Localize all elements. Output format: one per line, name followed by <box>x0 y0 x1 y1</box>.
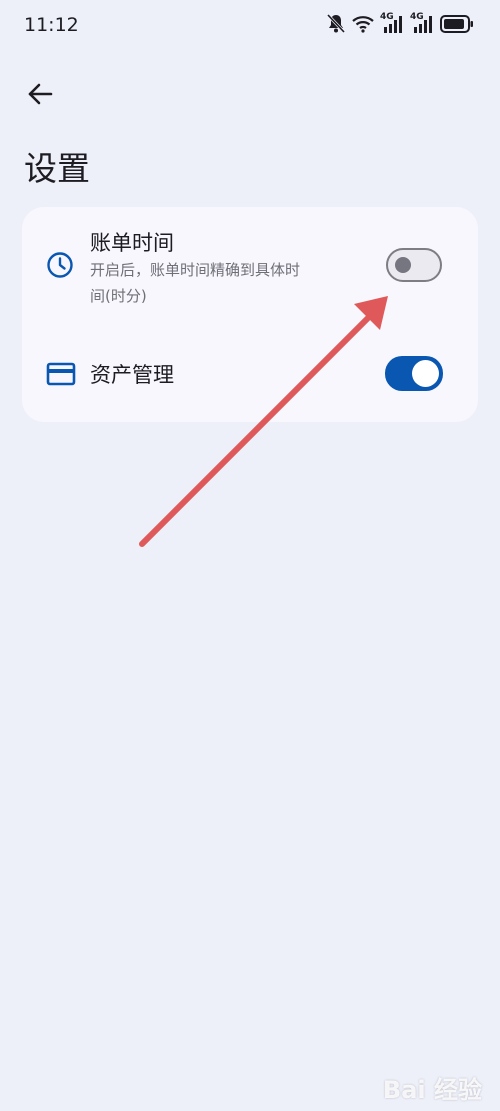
watermark: Bai 经验 <box>382 1076 482 1104</box>
status-icons: 4G 4G <box>326 12 474 35</box>
credit-card-icon <box>46 361 76 391</box>
status-bar: 11:12 4G 4G <box>0 0 500 52</box>
wifi-icon <box>352 15 374 33</box>
toggle-knob <box>395 257 411 273</box>
bell-muted-icon <box>326 13 346 35</box>
signal-4g-icon: 4G <box>410 12 434 34</box>
signal-4g-icon: 4G <box>380 12 404 34</box>
back-button[interactable] <box>22 78 58 114</box>
settings-card: 账单时间 开启后，账单时间精确到具体时间(时分) 资产管理 <box>22 207 478 422</box>
battery-icon <box>440 14 474 34</box>
status-time: 11:12 <box>24 14 79 36</box>
toggle-knob <box>412 360 439 387</box>
setting-title-bill-time: 账单时间 <box>90 231 174 255</box>
setting-description-bill-time: 开启后，账单时间精确到具体时间(时分) <box>90 261 301 305</box>
clock-icon <box>46 251 74 283</box>
setting-title-asset-management: 资产管理 <box>90 363 174 387</box>
bill-time-toggle[interactable] <box>386 248 442 282</box>
asset-management-toggle[interactable] <box>385 356 443 391</box>
page-title: 设置 <box>24 149 90 188</box>
arrow-left-icon <box>27 82 53 110</box>
